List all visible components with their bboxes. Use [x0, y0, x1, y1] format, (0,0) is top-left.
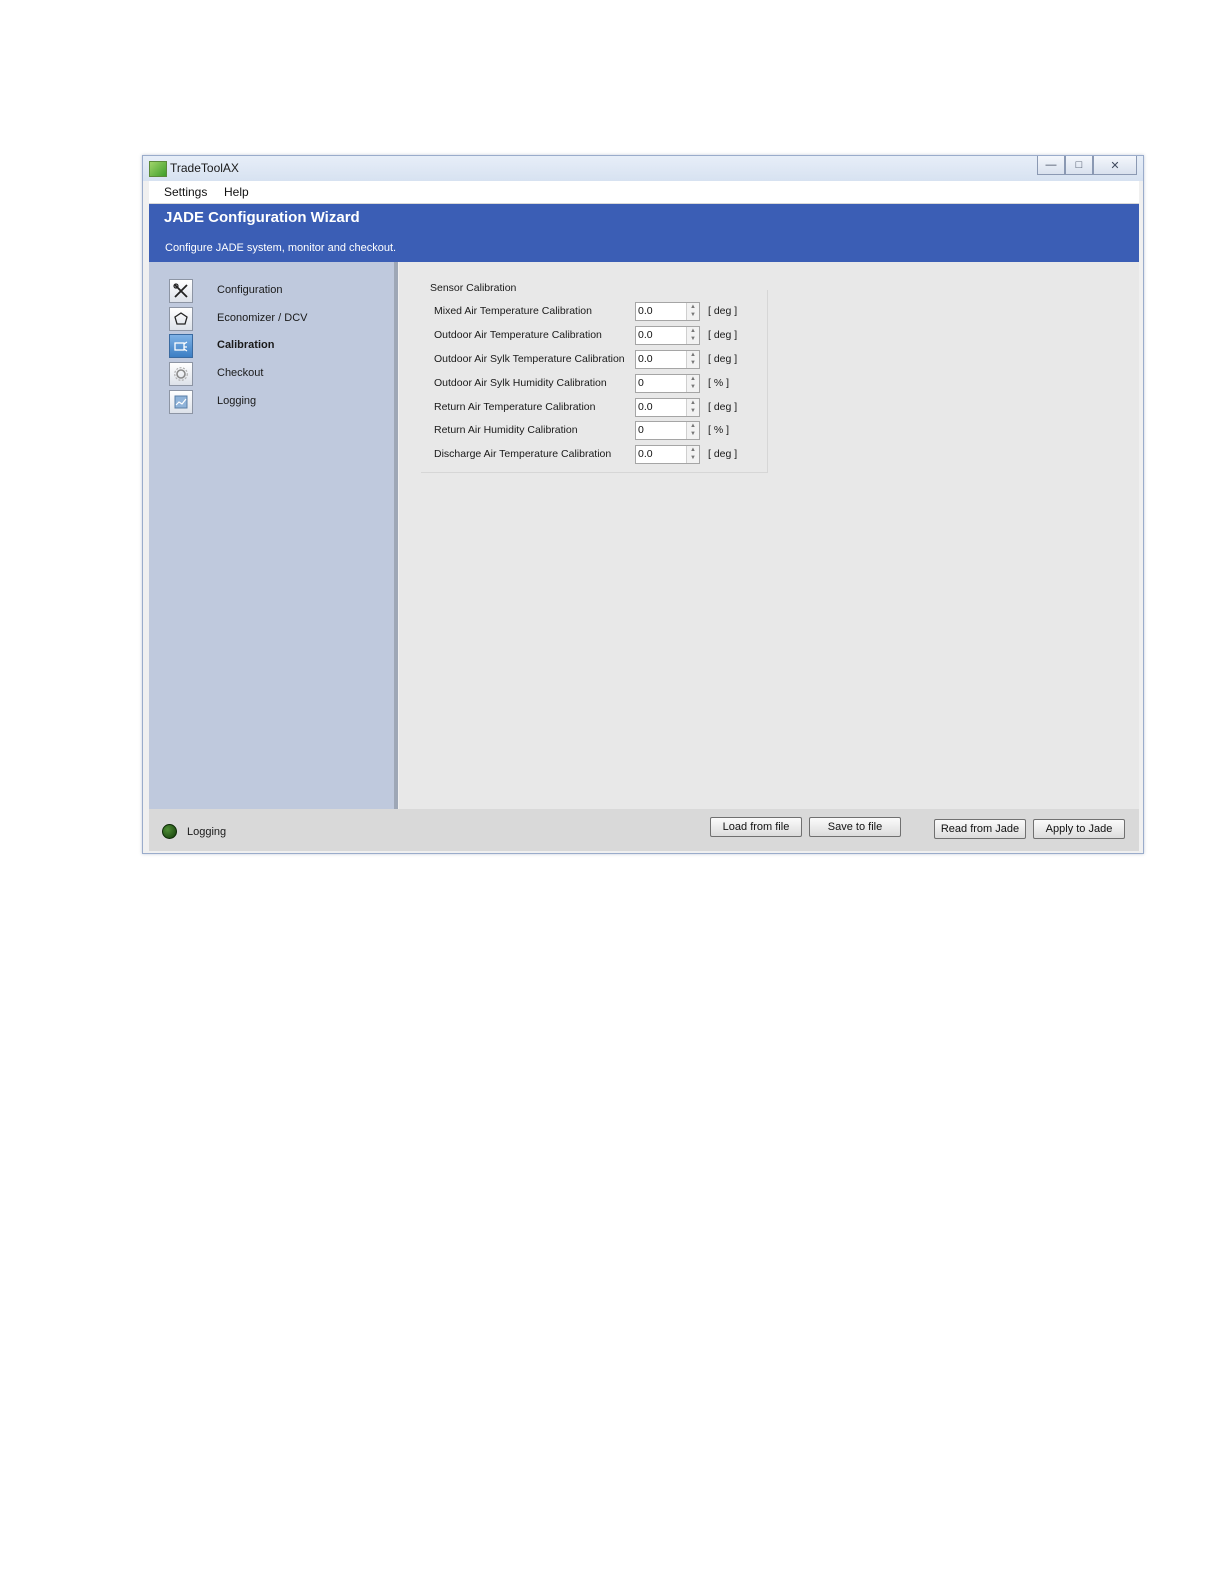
up-arrow-icon[interactable]: ▲ [687, 327, 699, 335]
down-arrow-icon[interactable]: ▼ [687, 430, 699, 438]
status-text: Logging [187, 826, 227, 838]
menu-bar: Settings Help [149, 181, 1139, 204]
stepper-arrows: ▲ ▼ [686, 375, 699, 392]
sidebar-item-calibration[interactable]: Calibration [169, 334, 384, 358]
group-title: Sensor Calibration [430, 282, 517, 294]
stepper-value[interactable]: 0.0 [638, 401, 653, 413]
stepper-value[interactable]: 0 [638, 377, 644, 389]
minimize-icon: — [1045, 159, 1057, 171]
save-to-file-button[interactable]: Save to file [809, 817, 901, 837]
stepper-value[interactable]: 0.0 [638, 448, 653, 460]
calibration-row-discharge-air-temp: Discharge Air Temperature Calibration 0.… [434, 445, 774, 465]
down-arrow-icon[interactable]: ▼ [687, 359, 699, 367]
unit-label: [ deg ] [708, 448, 738, 460]
up-arrow-icon[interactable]: ▲ [687, 375, 699, 383]
stepper-value[interactable]: 0 [638, 424, 644, 436]
sidebar-item-label: Calibration [217, 339, 275, 351]
window-controls: — □ ✕ [1037, 156, 1137, 175]
outdoor-sylk-humidity-stepper[interactable]: 0 ▲ ▼ [635, 374, 700, 393]
status-led-icon [162, 824, 177, 839]
gear-icon [169, 362, 193, 386]
discharge-air-temp-stepper[interactable]: 0.0 ▲ ▼ [635, 445, 700, 464]
sidebar-item-label: Configuration [217, 284, 283, 296]
down-arrow-icon[interactable]: ▼ [687, 454, 699, 462]
calibration-row-outdoor-sylk-humidity: Outdoor Air Sylk Humidity Calibration 0 … [434, 374, 774, 394]
tools-icon [169, 279, 193, 303]
app-icon [149, 161, 167, 177]
sidebar-item-label: Logging [217, 395, 257, 407]
load-from-file-button[interactable]: Load from file [710, 817, 802, 837]
up-arrow-icon[interactable]: ▲ [687, 446, 699, 454]
calibration-row-mixed-air-temp: Mixed Air Temperature Calibration 0.0 ▲ … [434, 302, 774, 322]
close-button[interactable]: ✕ [1093, 156, 1137, 175]
up-arrow-icon[interactable]: ▲ [687, 422, 699, 430]
up-arrow-icon[interactable]: ▲ [687, 351, 699, 359]
menu-settings[interactable]: Settings [164, 185, 207, 199]
outdoor-air-temp-stepper[interactable]: 0.0 ▲ ▼ [635, 326, 700, 345]
sidebar: Configuration Economizer / DCV Calibrati… [149, 262, 398, 809]
stepper-arrows: ▲ ▼ [686, 422, 699, 439]
title-bar[interactable]: TradeToolAX — □ ✕ [143, 156, 1143, 181]
up-arrow-icon[interactable]: ▲ [687, 303, 699, 311]
maximize-button[interactable]: □ [1065, 156, 1093, 175]
banner-title: JADE Configuration Wizard [164, 209, 360, 226]
calibration-row-outdoor-sylk-temp: Outdoor Air Sylk Temperature Calibration… [434, 350, 774, 370]
banner-subtitle: Configure JADE system, monitor and check… [165, 242, 397, 254]
outdoor-sylk-temp-stepper[interactable]: 0.0 ▲ ▼ [635, 350, 700, 369]
calibration-row-outdoor-air-temp: Outdoor Air Temperature Calibration 0.0 … [434, 326, 774, 346]
row-label: Mixed Air Temperature Calibration [434, 305, 592, 317]
return-air-humidity-stepper[interactable]: 0 ▲ ▼ [635, 421, 700, 440]
wizard-banner: JADE Configuration Wizard Configure JADE… [149, 204, 1139, 262]
sidebar-item-logging[interactable]: Logging [169, 390, 384, 414]
row-label: Outdoor Air Sylk Humidity Calibration [434, 377, 607, 389]
unit-label: [ deg ] [708, 401, 738, 413]
sidebar-item-checkout[interactable]: Checkout [169, 362, 384, 386]
row-label: Outdoor Air Temperature Calibration [434, 329, 602, 341]
stepper-value[interactable]: 0.0 [638, 353, 653, 365]
app-window: TradeToolAX — □ ✕ Settings Help JADE Con… [142, 155, 1144, 854]
calibration-row-return-air-temp: Return Air Temperature Calibration 0.0 ▲… [434, 398, 774, 418]
sidebar-item-economizer[interactable]: Economizer / DCV [169, 307, 384, 331]
stepper-arrows: ▲ ▼ [686, 399, 699, 416]
row-label: Discharge Air Temperature Calibration [434, 448, 612, 460]
sidebar-item-configuration[interactable]: Configuration [169, 279, 384, 303]
row-label: Outdoor Air Sylk Temperature Calibration [434, 353, 625, 365]
sidebar-item-label: Checkout [217, 367, 264, 379]
stepper-arrows: ▲ ▼ [686, 327, 699, 344]
unit-label: [ deg ] [708, 305, 738, 317]
calibration-icon [169, 334, 193, 358]
down-arrow-icon[interactable]: ▼ [687, 335, 699, 343]
down-arrow-icon[interactable]: ▼ [687, 407, 699, 415]
stepper-arrows: ▲ ▼ [686, 351, 699, 368]
close-icon: ✕ [1110, 159, 1120, 172]
minimize-button[interactable]: — [1037, 156, 1065, 175]
apply-to-jade-button[interactable]: Apply to Jade [1033, 819, 1125, 839]
stepper-value[interactable]: 0.0 [638, 305, 653, 317]
return-air-temp-stepper[interactable]: 0.0 ▲ ▼ [635, 398, 700, 417]
logging-icon [169, 390, 193, 414]
row-label: Return Air Humidity Calibration [434, 424, 578, 436]
stepper-arrows: ▲ ▼ [686, 303, 699, 320]
up-arrow-icon[interactable]: ▲ [687, 399, 699, 407]
down-arrow-icon[interactable]: ▼ [687, 311, 699, 319]
mixed-air-temp-stepper[interactable]: 0.0 ▲ ▼ [635, 302, 700, 321]
down-arrow-icon[interactable]: ▼ [687, 383, 699, 391]
calibration-panel: Sensor Calibration Mixed Air Temperature… [399, 262, 1139, 809]
stepper-value[interactable]: 0.0 [638, 329, 653, 341]
window-title: TradeToolAX [170, 161, 239, 175]
unit-label: [ % ] [708, 424, 730, 436]
stepper-arrows: ▲ ▼ [686, 446, 699, 463]
calibration-row-return-air-humidity: Return Air Humidity Calibration 0 ▲ ▼ [ … [434, 421, 774, 441]
economizer-icon [169, 307, 193, 331]
unit-label: [ deg ] [708, 353, 738, 365]
sidebar-item-label: Economizer / DCV [217, 312, 308, 324]
unit-label: [ % ] [708, 377, 730, 389]
row-label: Return Air Temperature Calibration [434, 401, 596, 413]
unit-label: [ deg ] [708, 329, 738, 341]
menu-help[interactable]: Help [224, 185, 249, 199]
status-bar: Logging Load from file Save to file Read… [149, 809, 1139, 851]
maximize-icon: □ [1075, 159, 1083, 171]
read-from-jade-button[interactable]: Read from Jade [934, 819, 1026, 839]
